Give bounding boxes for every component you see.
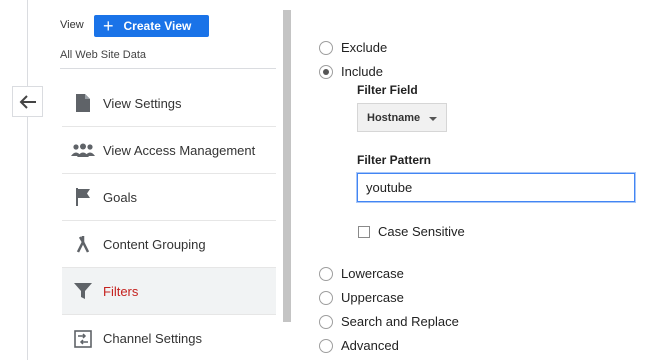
back-button[interactable]	[12, 86, 43, 117]
create-view-button[interactable]: + Create View	[94, 15, 209, 37]
nav-item-filters[interactable]: Filters	[62, 268, 276, 315]
filter-field-value: Hostname	[367, 111, 421, 124]
chevron-down-icon	[429, 117, 437, 121]
nav-item-view-settings[interactable]: View Settings	[62, 80, 276, 127]
view-label: View	[60, 19, 84, 31]
filter-pattern-input[interactable]	[357, 173, 635, 202]
lowercase-radio-option[interactable]: Lowercase	[319, 266, 404, 281]
create-view-label: Create View	[123, 19, 192, 33]
arrow-left-icon	[19, 94, 36, 109]
nav-item-content-grouping[interactable]: Content Grouping	[62, 221, 276, 268]
filter-field-label: Filter Field	[357, 83, 418, 97]
nav-label: Channel Settings	[103, 331, 203, 346]
nav-label: Goals	[103, 189, 137, 205]
content-grouping-icon	[62, 235, 103, 253]
advanced-radio-option[interactable]: Advanced	[319, 338, 399, 353]
case-sensitive-checkbox[interactable]	[358, 225, 370, 238]
exclude-radio[interactable]	[319, 40, 333, 55]
search-replace-radio[interactable]	[319, 314, 333, 329]
divider	[60, 68, 276, 69]
filter-pattern-label: Filter Pattern	[357, 153, 432, 167]
lowercase-label: Lowercase	[341, 266, 404, 281]
uppercase-radio-option[interactable]: Uppercase	[319, 290, 404, 305]
lowercase-radio[interactable]	[319, 266, 333, 281]
case-sensitive-label: Case Sensitive	[378, 224, 465, 239]
plus-icon: +	[103, 16, 114, 36]
rail-line	[27, 0, 28, 360]
exclude-radio-option[interactable]: Exclude	[319, 40, 387, 55]
filter-icon	[62, 283, 103, 299]
advanced-label: Advanced	[341, 338, 399, 353]
case-sensitive-option[interactable]: Case Sensitive	[358, 224, 465, 239]
nav-item-goals[interactable]: Goals	[62, 174, 276, 221]
document-icon	[62, 94, 103, 112]
nav-label: Filters	[103, 283, 139, 299]
view-name: All Web Site Data	[60, 49, 147, 61]
people-icon	[62, 143, 103, 157]
nav-label: View Settings	[103, 95, 182, 111]
search-replace-label: Search and Replace	[341, 314, 459, 329]
nav-label: Content Grouping	[103, 236, 206, 252]
exclude-label: Exclude	[341, 40, 388, 55]
include-radio-option[interactable]: Include	[319, 64, 383, 79]
filter-field-select[interactable]: Hostname	[357, 103, 447, 132]
uppercase-label: Uppercase	[341, 290, 404, 305]
uppercase-radio[interactable]	[319, 290, 333, 305]
flag-icon	[62, 188, 103, 206]
channel-settings-icon	[62, 329, 103, 348]
advanced-radio[interactable]	[319, 338, 333, 353]
nav-item-channel-settings[interactable]: Channel Settings	[62, 315, 276, 360]
view-nav: View Settings View Access Management Goa…	[62, 80, 276, 360]
include-radio[interactable]	[319, 64, 333, 79]
include-label: Include	[341, 64, 383, 79]
nav-label: View Access Management	[103, 142, 256, 158]
search-replace-radio-option[interactable]: Search and Replace	[319, 314, 459, 329]
nav-item-view-access-management[interactable]: View Access Management	[62, 127, 276, 174]
panel-scrollbar[interactable]	[283, 10, 291, 322]
